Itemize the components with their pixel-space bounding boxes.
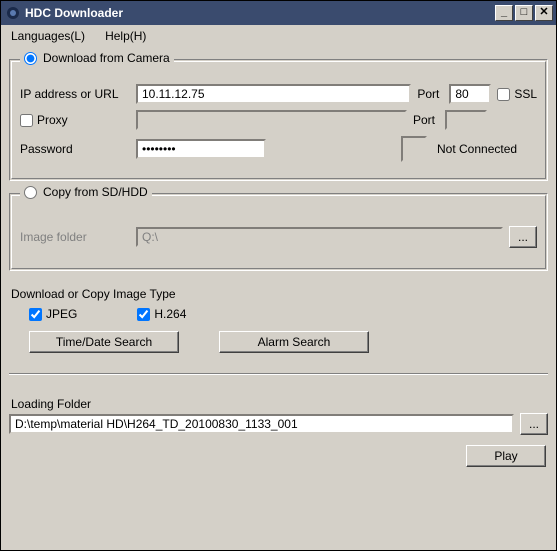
ssl-checkbox[interactable] <box>497 88 510 101</box>
image-folder-label: Image folder <box>20 230 130 244</box>
h264-label: H.264 <box>154 307 186 321</box>
password-label: Password <box>20 142 130 156</box>
camera-legend-text: Download from Camera <box>43 51 170 65</box>
proxy-port-label: Port <box>413 113 439 127</box>
titlebar: HDC Downloader _ □ ✕ <box>1 1 556 25</box>
proxy-checkbox-wrap[interactable]: Proxy <box>20 113 130 127</box>
camera-group: Download from Camera IP address or URL P… <box>9 59 548 181</box>
radio-sd[interactable] <box>24 186 37 199</box>
sd-legend-text: Copy from SD/HDD <box>43 185 148 199</box>
app-icon <box>5 5 21 21</box>
h264-checkbox-wrap[interactable]: H.264 <box>137 307 186 321</box>
menu-languages[interactable]: Languages(L) <box>7 27 89 45</box>
ssl-label: SSL <box>514 87 537 101</box>
loading-folder-input[interactable] <box>9 414 514 434</box>
proxy-checkbox[interactable] <box>20 114 33 127</box>
type-section: Download or Copy Image Type JPEG H.264 T… <box>9 277 548 361</box>
maximize-button[interactable]: □ <box>515 5 533 21</box>
close-button[interactable]: ✕ <box>535 5 553 21</box>
jpeg-checkbox-wrap[interactable]: JPEG <box>29 307 77 321</box>
ip-input[interactable] <box>136 84 411 104</box>
window-title: HDC Downloader <box>25 6 495 20</box>
menubar: Languages(L) Help(H) <box>1 25 556 47</box>
proxy-label: Proxy <box>37 113 68 127</box>
camera-group-legend[interactable]: Download from Camera <box>20 51 174 65</box>
radio-camera[interactable] <box>24 52 37 65</box>
jpeg-label: JPEG <box>46 307 77 321</box>
play-button[interactable]: Play <box>466 445 546 467</box>
proxy-port-input <box>445 110 487 130</box>
divider <box>9 373 548 375</box>
ssl-checkbox-wrap[interactable]: SSL <box>497 87 537 101</box>
h264-checkbox[interactable] <box>137 308 150 321</box>
type-heading: Download or Copy Image Type <box>11 287 548 301</box>
app-window: HDC Downloader _ □ ✕ Languages(L) Help(H… <box>0 0 557 551</box>
status-indicator-icon <box>401 136 427 162</box>
proxy-input <box>136 110 407 130</box>
port-label: Port <box>417 87 443 101</box>
alarm-search-button[interactable]: Alarm Search <box>219 331 369 353</box>
password-input[interactable] <box>136 139 266 159</box>
ip-label: IP address or URL <box>20 87 130 101</box>
sd-group: Copy from SD/HDD Image folder ... <box>9 193 548 271</box>
menu-help[interactable]: Help(H) <box>101 27 150 45</box>
image-folder-browse-button[interactable]: ... <box>509 226 537 248</box>
status-text: Not Connected <box>437 142 537 156</box>
image-folder-input <box>136 227 503 247</box>
client-area: Download from Camera IP address or URL P… <box>1 47 556 550</box>
loading-section: Loading Folder ... Play <box>9 387 548 467</box>
loading-folder-browse-button[interactable]: ... <box>520 413 548 435</box>
sd-group-legend[interactable]: Copy from SD/HDD <box>20 185 152 199</box>
port-input[interactable] <box>449 84 491 104</box>
time-date-search-button[interactable]: Time/Date Search <box>29 331 179 353</box>
jpeg-checkbox[interactable] <box>29 308 42 321</box>
loading-heading: Loading Folder <box>11 397 548 411</box>
minimize-button[interactable]: _ <box>495 5 513 21</box>
